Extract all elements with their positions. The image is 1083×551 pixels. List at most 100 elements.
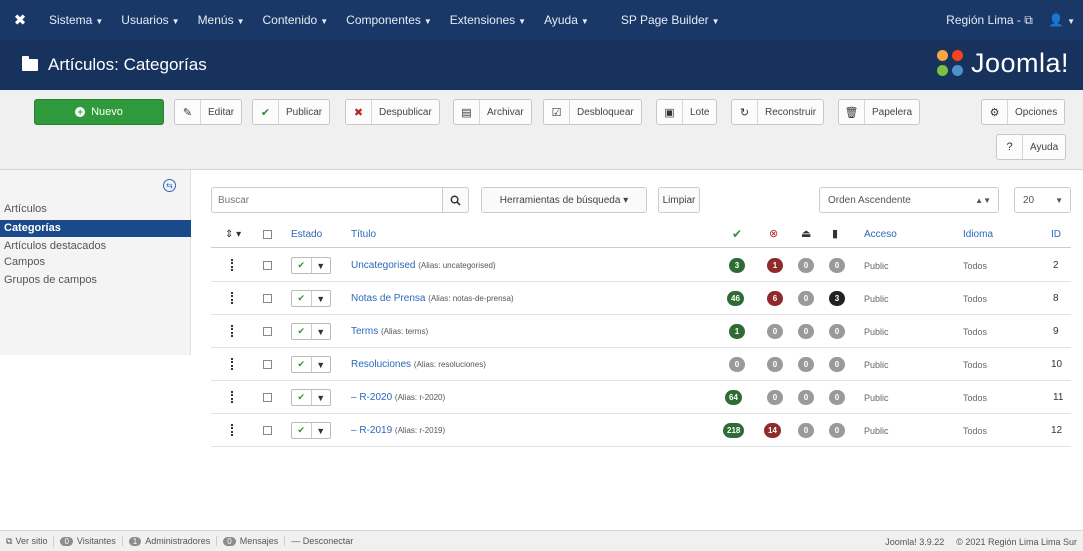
trashed-count-badge[interactable]: 0	[829, 258, 845, 273]
unpublished-circle-icon[interactable]: ⊗	[769, 227, 778, 240]
sidebar-item-campos[interactable]: Campos	[0, 256, 191, 268]
unpublished-count-badge[interactable]: 0	[767, 357, 783, 372]
unpublished-count-badge[interactable]: 6	[767, 291, 783, 306]
archived-count-badge[interactable]: 0	[798, 324, 814, 339]
visitors-link[interactable]: 0 Visitantes	[54, 536, 123, 546]
status-toggle[interactable]: ✔ ▼	[291, 356, 331, 373]
search-tools-button[interactable]: Herramientas de búsqueda ▾	[481, 187, 647, 213]
checkin-button[interactable]: ☑ Desbloquear	[543, 99, 642, 125]
checkbox-icon: ☑	[544, 100, 570, 124]
status-toggle[interactable]: ✔ ▼	[291, 389, 331, 406]
drag-handle-icon[interactable]	[231, 424, 233, 436]
category-link[interactable]: Notas de Prensa	[351, 293, 426, 304]
view-site-link[interactable]: ⧉ Ver sitio	[0, 535, 55, 547]
logout-link[interactable]: — Desconectar	[285, 536, 359, 546]
status-toggle[interactable]: ✔ ▼	[291, 290, 331, 307]
sidebar-item-categorias[interactable]: Categorías	[0, 220, 191, 237]
archive-icon[interactable]: ⏏	[801, 227, 811, 240]
order-column-header[interactable]: ⇕ ▾	[225, 229, 241, 240]
sidebar-item-grupos-campos[interactable]: Grupos de campos	[0, 274, 191, 286]
id-column-header[interactable]: ID	[1051, 229, 1061, 240]
title-column-header[interactable]: Título	[351, 229, 376, 240]
messages-count-badge: 0	[223, 536, 236, 546]
unpublished-count-badge[interactable]: 0	[767, 390, 783, 405]
published-count-badge[interactable]: 3	[729, 258, 745, 273]
unpublished-count-badge[interactable]: 14	[764, 423, 781, 438]
batch-button[interactable]: ▣ Lote	[656, 99, 718, 125]
ordering-select[interactable]: Orden Ascendente ▲▼	[819, 187, 999, 213]
menu-sp-page-builder[interactable]: SP Page Builder ▼	[612, 13, 729, 27]
access-column-header[interactable]: Acceso	[864, 229, 897, 240]
drag-handle-icon[interactable]	[231, 292, 233, 304]
category-link[interactable]: Resoluciones	[351, 359, 411, 370]
row-checkbox[interactable]	[263, 426, 272, 435]
published-count-badge[interactable]: 0	[729, 357, 745, 372]
archived-count-badge[interactable]: 0	[798, 357, 814, 372]
archived-count-badge[interactable]: 0	[798, 291, 814, 306]
status-toggle[interactable]: ✔ ▼	[291, 323, 331, 340]
menu-usuarios[interactable]: Usuarios ▼	[112, 13, 188, 27]
category-link[interactable]: – R-2020	[351, 392, 392, 403]
drag-handle-icon[interactable]	[231, 358, 233, 370]
publish-button[interactable]: ✔ Publicar	[252, 99, 331, 125]
search-button[interactable]	[443, 187, 469, 213]
archived-count-badge[interactable]: 0	[798, 390, 814, 405]
help-button[interactable]: ? Ayuda	[996, 134, 1067, 160]
trashed-count-badge[interactable]: 0	[829, 324, 845, 339]
row-checkbox[interactable]	[263, 327, 272, 336]
menu-sistema[interactable]: Sistema ▼	[40, 13, 112, 27]
language-column-header[interactable]: Idioma	[963, 229, 993, 240]
archived-count-badge[interactable]: 0	[798, 258, 814, 273]
menu-contenido[interactable]: Contenido ▼	[254, 13, 338, 27]
published-count-badge[interactable]: 1	[729, 324, 745, 339]
sidebar-item-articulos[interactable]: Artículos	[0, 203, 191, 215]
rebuild-button[interactable]: ↻ Reconstruir	[731, 99, 825, 125]
published-count-badge[interactable]: 46	[727, 291, 744, 306]
unpublished-count-badge[interactable]: 1	[767, 258, 783, 273]
published-check-icon[interactable]: ✔	[732, 227, 742, 241]
trashed-count-badge[interactable]: 3	[829, 291, 845, 306]
menu-componentes[interactable]: Componentes ▼	[337, 13, 441, 27]
archive-button[interactable]: ▤ Archivar	[453, 99, 532, 125]
collapse-sidebar-icon[interactable]: ⇆	[163, 179, 176, 192]
options-button[interactable]: ⚙ Opciones	[981, 99, 1066, 125]
unpublished-count-badge[interactable]: 0	[767, 324, 783, 339]
row-checkbox[interactable]	[263, 294, 272, 303]
messages-link[interactable]: 0 Mensajes	[217, 536, 286, 546]
status-toggle[interactable]: ✔ ▼	[291, 257, 331, 274]
menu-menus[interactable]: Menús ▼	[189, 13, 254, 27]
trashed-count-badge[interactable]: 0	[829, 357, 845, 372]
new-button[interactable]: + Nuevo	[34, 99, 164, 125]
menu-ayuda[interactable]: Ayuda ▼	[535, 13, 598, 27]
drag-handle-icon[interactable]	[231, 391, 233, 403]
unpublish-button[interactable]: ✖ Despublicar	[345, 99, 440, 125]
search-input[interactable]	[211, 187, 443, 213]
select-all-checkbox[interactable]	[263, 230, 272, 239]
user-menu[interactable]: 👤 ▼	[1041, 13, 1083, 27]
joomla-icon[interactable]: ✖	[0, 11, 40, 29]
limit-select[interactable]: 20 ▼	[1014, 187, 1071, 213]
published-count-badge[interactable]: 218	[723, 423, 745, 438]
status-toggle[interactable]: ✔ ▼	[291, 422, 331, 439]
row-checkbox[interactable]	[263, 261, 272, 270]
menu-extensiones[interactable]: Extensiones ▼	[441, 13, 535, 27]
trash-button[interactable]: 🗑 Papelera	[838, 99, 921, 125]
trashed-count-badge[interactable]: 0	[829, 423, 845, 438]
category-link[interactable]: Terms	[351, 326, 378, 337]
archived-count-badge[interactable]: 0	[798, 423, 814, 438]
category-link[interactable]: Uncategorised	[351, 260, 415, 271]
admins-link[interactable]: 1 Administradores	[123, 536, 218, 546]
category-link[interactable]: – R-2019	[351, 425, 392, 436]
sidebar-item-destacados[interactable]: Artículos destacados	[0, 240, 191, 252]
clear-button[interactable]: Limpiar	[658, 187, 700, 213]
trashed-count-badge[interactable]: 0	[829, 390, 845, 405]
row-checkbox[interactable]	[263, 393, 272, 402]
status-column-header[interactable]: Estado	[291, 229, 322, 240]
row-checkbox[interactable]	[263, 360, 272, 369]
drag-handle-icon[interactable]	[231, 325, 233, 337]
published-count-badge[interactable]: 64	[725, 390, 742, 405]
site-link[interactable]: Región Lima - ⧉	[938, 13, 1041, 28]
drag-handle-icon[interactable]	[231, 259, 233, 271]
edit-button[interactable]: ✎ Editar	[174, 99, 243, 125]
trash-icon[interactable]: ▮	[832, 227, 838, 240]
